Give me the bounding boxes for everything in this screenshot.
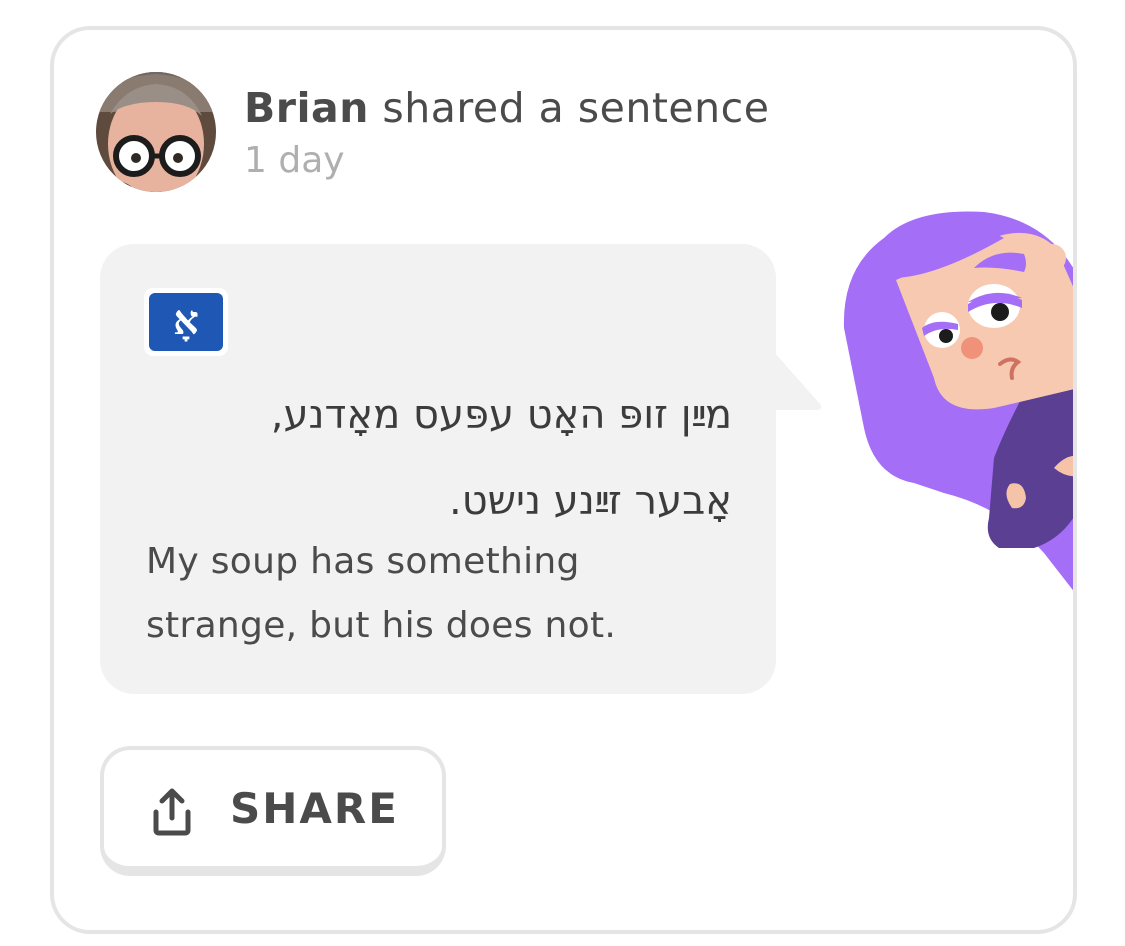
shared-sentence-card: Brian shared a sentence 1 day אָ מײַן זו… [50,26,1077,934]
share-button[interactable]: SHARE [100,746,446,876]
post-headline: Brian shared a sentence [244,84,769,132]
user-name[interactable]: Brian [244,84,369,132]
share-icon [153,788,191,836]
character-illustration [843,211,1073,591]
sentence-translation: My soup has something strange, but his d… [146,541,617,646]
post-timestamp: 1 day [244,140,345,181]
source-sentence-line-1: מײַן זופּ האָט עפּעס מאָדנע, [270,392,732,438]
source-sentence: מײַן זופּ האָט עפּעס מאָדנע, אָבער זײַנע… [132,372,732,544]
bubble-tail [774,352,822,410]
language-flag: אָ [144,288,228,356]
yiddish-flag-icon: אָ [149,293,223,351]
post-action-text: shared a sentence [368,84,770,132]
user-avatar[interactable] [96,72,216,192]
share-button-label: SHARE [230,784,399,833]
sentence-bubble: אָ מײַן זופּ האָט עפּעס מאָדנע, אָבער זײ… [100,244,776,694]
avatar-image [96,72,216,192]
post-header: Brian shared a sentence 1 day [244,84,769,181]
